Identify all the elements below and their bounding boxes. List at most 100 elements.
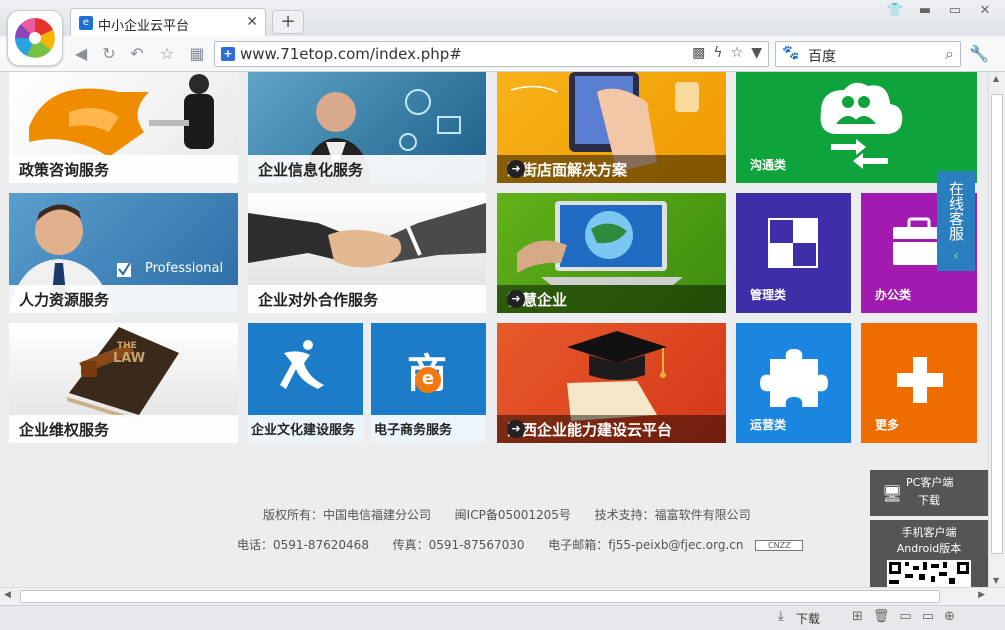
mobile-android-label: Android版本 <box>896 542 962 555</box>
tile-culture-label: 企业文化建设服务 <box>251 423 356 438</box>
page-content: 政策咨询服务 企业信息化服务 沿街店面解决方案 ➜ 沟通类 Profession… <box>0 72 988 587</box>
copyright-text: 版权所有：中国电信福建分公司 <box>263 508 432 522</box>
online-service-label: 在线客服 <box>947 181 965 241</box>
scroll-right-icon[interactable]: ▶ <box>978 590 985 600</box>
site-favicon-icon: e <box>79 16 93 30</box>
capability-arrow-icon[interactable]: ➜ <box>507 420 525 438</box>
dropdown-icon[interactable]: ▼ <box>751 45 762 61</box>
address-bar[interactable]: + www.71etop.com/index.php# ▩ ϟ ☆ ▼ <box>214 41 769 67</box>
tile-communication-label: 沟通类 <box>750 158 787 172</box>
scroll-down-icon[interactable]: ▼ <box>993 576 999 585</box>
tab-active[interactable]: e 中小企业云平台 ✕ <box>70 8 266 36</box>
status-bar: ⤓ 下载 ⊞ 🗑 ▭ ▭ ⊕ <box>0 605 1005 630</box>
tile-ecommerce[interactable]: 商 e 电子商务服务 <box>371 323 486 443</box>
vertical-scroll-thumb[interactable] <box>991 94 1003 554</box>
horizontal-scrollbar[interactable]: ◀ ▶ <box>0 587 1005 605</box>
tile-management[interactable]: 管理类 <box>736 193 851 313</box>
window-controls: 👕 ▬ ▭ ✕ <box>883 2 997 20</box>
law-book-title: LAW <box>113 351 146 366</box>
monitor-download-icon: 🖥 <box>882 484 903 503</box>
tile-smart-enterprise[interactable]: 智慧企业 ➜ <box>497 193 726 313</box>
icp-link[interactable]: 闽ICP备05001205号 <box>455 508 571 522</box>
chevron-left-icon: ‹ <box>953 248 959 264</box>
tile-policy-label: 政策咨询服务 <box>19 161 110 179</box>
hr-badge-text: Professional <box>145 261 224 276</box>
support-text: 技术支持：福富软件有限公司 <box>594 508 751 522</box>
fax-text: 传真：0591-87567030 <box>392 538 525 552</box>
tile-rights-protection[interactable]: THE LAW 企业维权服务 <box>9 323 238 443</box>
close-icon[interactable]: ✕ <box>973 2 997 20</box>
navigation-bar: ◀ ↻ ↶ ☆ ▦ + www.71etop.com/index.php# ▩ … <box>0 36 1005 72</box>
tile-capability-platform[interactable]: 海西企业能力建设云平台 ➜ <box>497 323 726 443</box>
tile-capability-label: 海西企业能力建设云平台 <box>507 421 673 439</box>
zoom-icon[interactable]: ⊕ <box>944 609 955 624</box>
trash-icon[interactable]: 🗑 <box>873 609 890 624</box>
tile-human-resources[interactable]: Professional 人力资源服务 <box>9 193 238 313</box>
security-shield-icon: + <box>221 47 235 61</box>
scroll-up-icon[interactable]: ▲ <box>993 74 999 83</box>
tile-ecommerce-label: 电子商务服务 <box>374 423 453 438</box>
download-label[interactable]: 下载 <box>796 610 820 627</box>
tab-bar: e 中小企业云平台 ✕ + 👕 ▬ ▭ ✕ <box>0 0 1005 36</box>
baidu-paw-icon[interactable]: 🐾 <box>782 45 799 61</box>
lightning-icon[interactable]: ϟ <box>713 45 722 61</box>
browser-logo-icon[interactable] <box>7 10 63 66</box>
tile-external-cooperation[interactable]: 企业对外合作服务 <box>248 193 486 313</box>
scroll-left-icon[interactable]: ◀ <box>4 590 11 600</box>
culture-logo-icon <box>280 340 324 389</box>
phone-text: 电话：0591-87620468 <box>237 538 369 552</box>
maximize-icon[interactable]: ▭ <box>943 2 967 20</box>
new-tab-button[interactable]: + <box>272 10 304 34</box>
sync-icon[interactable]: ⊞ <box>852 609 863 624</box>
storefront-arrow-icon[interactable]: ➜ <box>507 160 525 178</box>
window-icon[interactable]: ▭ <box>899 609 911 624</box>
mobile-client-label: 手机客户端 <box>901 526 957 539</box>
email-text: 电子邮箱：fj55-peixb@fjec.org.cn <box>548 538 744 552</box>
tile-policy-consulting[interactable]: 政策咨询服务 <box>9 72 238 183</box>
favorite-star-icon[interactable]: ☆ <box>156 44 178 64</box>
tile-storefront-solution[interactable]: 沿街店面解决方案 ➜ <box>497 72 726 183</box>
mobile-client-panel[interactable]: 手机客户端 Android版本 <box>870 520 988 587</box>
ecommerce-e-icon: e <box>415 367 441 393</box>
horizontal-scroll-thumb[interactable] <box>20 590 940 603</box>
tile-storefront-label: 沿街店面解决方案 <box>507 161 628 179</box>
tile-informatization[interactable]: 企业信息化服务 <box>248 72 486 183</box>
pc-client-download[interactable]: 🖥 PC客户端 下载 <box>870 470 988 516</box>
browser-window: e 中小企业云平台 ✕ + 👕 ▬ ▭ ✕ ◀ ↻ ↶ ☆ ▦ + www.71… <box>0 0 1005 630</box>
tab-title: 中小企业云平台 <box>98 19 190 34</box>
cnzz-badge[interactable]: CNZZ <box>755 540 804 551</box>
minimize-icon[interactable]: ▬ <box>913 2 937 20</box>
tile-rights-label: 企业维权服务 <box>19 421 110 439</box>
tab-close-icon[interactable]: ✕ <box>246 14 258 30</box>
tile-communication[interactable]: 沟通类 <box>736 72 977 183</box>
qr-code-icon[interactable]: ▩ <box>692 45 705 61</box>
law-book-prefix: THE <box>117 341 137 351</box>
pc-client-label: PC客户端 <box>906 476 954 489</box>
tile-more-label: 更多 <box>875 418 900 432</box>
tile-hr-label: 人力资源服务 <box>19 291 110 309</box>
tile-operation[interactable]: 运营类 <box>736 323 851 443</box>
apps-icon[interactable]: ▦ <box>186 44 208 64</box>
screen-icon[interactable]: ▭ <box>922 609 934 624</box>
url-text[interactable]: www.71etop.com/index.php# <box>240 45 462 63</box>
refresh-icon[interactable]: ↻ <box>98 44 120 64</box>
back-arrow-icon[interactable]: ◀ <box>70 44 92 64</box>
tile-more[interactable]: 更多 <box>861 323 977 443</box>
tile-office-label: 办公类 <box>875 288 912 302</box>
smart-arrow-icon[interactable]: ➜ <box>507 290 525 308</box>
skin-icon[interactable]: 👕 <box>883 2 907 20</box>
tile-cooperation-label: 企业对外合作服务 <box>258 291 379 309</box>
bookmark-star-icon[interactable]: ☆ <box>731 45 744 61</box>
vertical-scrollbar[interactable]: ▲ ▼ <box>988 72 1005 587</box>
settings-wrench-icon[interactable]: 🔧 <box>969 44 989 63</box>
search-engine-name: 百度 <box>808 49 836 65</box>
download-icon[interactable]: ⤓ <box>778 609 784 624</box>
search-icon[interactable]: ⌕ <box>945 44 954 64</box>
tile-management-label: 管理类 <box>750 288 787 302</box>
qr-code-icon <box>887 560 971 587</box>
tile-corporate-culture[interactable]: 企业文化建设服务 <box>248 323 363 443</box>
tile-informatization-label: 企业信息化服务 <box>258 161 364 179</box>
online-service-button[interactable]: 在线客服 ‹ <box>937 171 975 271</box>
search-box[interactable]: 🐾 百度 ⌕ <box>775 41 961 67</box>
undo-close-icon[interactable]: ↶ <box>126 44 148 64</box>
